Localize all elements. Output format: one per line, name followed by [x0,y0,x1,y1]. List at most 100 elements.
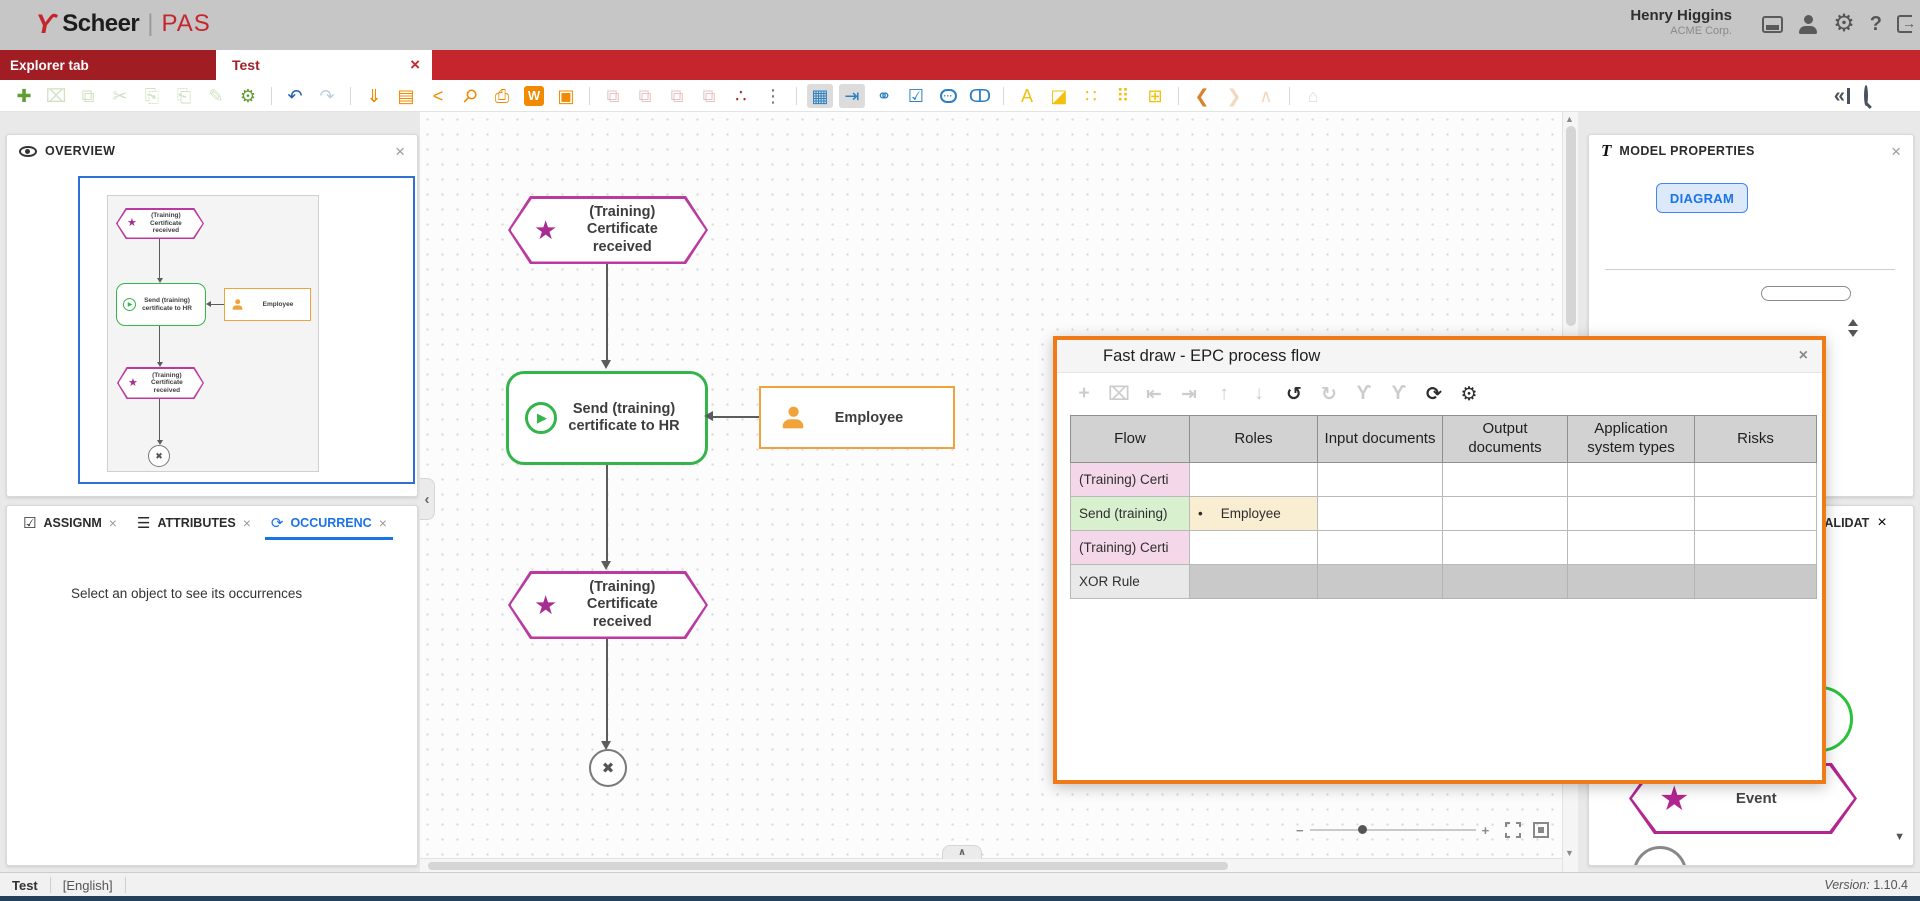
undo-icon[interactable]: ↶ [282,84,308,108]
model-properties-close-icon[interactable]: × [1891,143,1901,160]
settings-icon[interactable]: ⚙ [235,84,261,108]
print-icon[interactable]: ⎙ [489,84,515,108]
table-icon[interactable]: ⊞ [1142,84,1168,108]
image-export-icon[interactable]: ▣ [553,84,579,108]
empty-cell[interactable] [1318,565,1443,599]
user-profile-icon[interactable] [1798,12,1818,36]
flow-cell[interactable]: XOR Rule [1071,565,1190,599]
overview-close-icon[interactable]: × [395,143,405,160]
role-node-employee[interactable]: Employee [759,386,955,449]
empty-cell[interactable] [1443,565,1568,599]
empty-cell[interactable] [1443,463,1568,497]
tab-validation[interactable]: VALIDAT × [1817,514,1887,532]
fastdraw-refresh-icon[interactable]: ⟳ [1421,381,1447,407]
more-options-icon[interactable]: ⋮ [760,84,786,108]
expand-bottom-panel-handle[interactable]: ∧ [942,845,982,859]
flow-cell[interactable]: (Training) Certi [1071,463,1190,497]
fullscreen-icon[interactable] [1505,822,1521,838]
empty-cell[interactable] [1695,497,1817,531]
tab-close-icon[interactable]: × [379,515,387,531]
event-node-certificate-received-top[interactable]: ★ (Training) Certificate received [508,196,708,264]
pin-icon[interactable]: ⚲ [452,78,487,113]
roles-cell[interactable] [1190,565,1318,599]
empty-cell[interactable] [1443,497,1568,531]
empty-cell[interactable] [1695,463,1817,497]
zoom-out-button[interactable]: − [1296,823,1304,838]
tab-assignments[interactable]: ☑ ASSIGNM × [13,506,127,540]
scroll-down-icon[interactable]: ▼ [1565,848,1574,858]
fast-draw-dialog-header[interactable]: Fast draw - EPC process flow × [1057,340,1822,373]
select-check-icon[interactable]: ☑ [903,84,929,108]
roles-cell[interactable] [1190,531,1318,565]
diagram-type-button[interactable]: DIAGRAM [1656,183,1748,213]
search-icon[interactable] [1864,87,1868,105]
explorer-tab[interactable]: Explorer tab [0,50,216,80]
compare-icon[interactable]: ↀ [967,84,993,108]
minimap-viewport[interactable]: ★ (Training) Certificate received ▶ Send… [78,176,415,484]
import-icon[interactable]: ⇓ [361,84,387,108]
logout-icon[interactable] [1897,12,1912,36]
canvas-horizontal-scrollbar[interactable] [420,858,1562,872]
empty-cell[interactable] [1318,531,1443,565]
property-input[interactable] [1761,286,1851,301]
event-node-certificate-received-bottom[interactable]: ★ (Training) Certificate received [508,571,708,639]
empty-cell[interactable] [1695,565,1817,599]
spinner-updown-icon[interactable] [1847,317,1859,339]
zoom-slider-handle[interactable] [1358,825,1367,834]
fit-to-screen-icon[interactable] [1533,822,1549,838]
snap-icon[interactable]: ⇥ [839,84,865,108]
fastdraw-settings-icon[interactable]: ⚙ [1456,381,1482,407]
inbox-tray-icon[interactable] [1762,12,1783,36]
empty-cell[interactable] [1695,531,1817,565]
help-icon[interactable]: ? [1870,12,1882,36]
palette-scroll-down-icon[interactable]: ▼ [1894,831,1905,843]
align-grid-icon[interactable]: ⠿ [1110,84,1136,108]
tab-occurrences[interactable]: ⟳ OCCURRENC × [261,506,397,540]
tab-test[interactable]: Test × [216,50,432,80]
new-model-icon[interactable]: ✚ [11,84,37,108]
report-icon[interactable]: ▤ [393,84,419,108]
empty-cell[interactable] [1443,531,1568,565]
vertical-scroll-thumb[interactable] [1566,126,1576,326]
hierarchy-icon[interactable]: ∴ [728,84,754,108]
tab-close-icon[interactable]: × [243,515,251,531]
zoom-in-button[interactable]: + [1482,823,1490,838]
flow-cell[interactable]: (Training) Certi [1071,531,1190,565]
image-icon[interactable]: ◪ [1046,84,1072,108]
scroll-up-icon[interactable]: ▲ [1565,114,1574,124]
empty-cell[interactable] [1568,497,1695,531]
status-language[interactable]: [English] [63,878,113,893]
tab-close-icon[interactable]: × [109,515,117,531]
roles-cell[interactable]: •Employee [1190,497,1318,531]
empty-cell[interactable] [1318,463,1443,497]
font-color-icon[interactable]: A [1014,84,1040,108]
comments-icon[interactable]: ··· [935,84,961,108]
flow-cell[interactable]: Send (training) [1071,497,1190,531]
roles-cell[interactable] [1190,463,1318,497]
tab-attributes[interactable]: ☰ ATTRIBUTES × [127,506,261,540]
collapse-panel-icon[interactable]: « [1834,88,1850,104]
end-event-node[interactable]: ✖ [589,749,627,787]
tab-close-icon[interactable]: × [1877,514,1886,532]
find-icon[interactable]: ⚭ [871,84,897,108]
horizontal-scroll-thumb[interactable] [428,862,1228,870]
function-node-send-certificate[interactable]: ▶ Send (training) certificate to HR [506,371,708,465]
empty-cell[interactable] [1568,463,1695,497]
tab-close-icon[interactable]: × [410,55,420,75]
collapse-left-dock-handle[interactable]: ‹ [420,478,435,520]
empty-cell[interactable] [1568,565,1695,599]
align-small-icon[interactable]: ∷ [1078,84,1104,108]
fastdraw-undo-icon[interactable]: ↺ [1281,381,1307,407]
status-model-name[interactable]: Test [12,878,38,893]
empty-cell[interactable] [1568,531,1695,565]
fast-draw-close-icon[interactable]: × [1799,347,1808,365]
palette-rule-shape[interactable] [1633,846,1687,866]
share-icon[interactable]: < [425,84,451,108]
settings-gear-icon[interactable]: ⚙ [1833,12,1855,36]
grid-icon[interactable]: ▦ [807,84,833,108]
word-export-icon[interactable]: W [524,86,544,106]
user-block[interactable]: Henry Higgins ACME Corp. [1630,7,1732,37]
empty-cell[interactable] [1318,497,1443,531]
nav-back-icon[interactable]: ❮ [1189,84,1215,108]
zoom-slider[interactable] [1310,829,1476,831]
